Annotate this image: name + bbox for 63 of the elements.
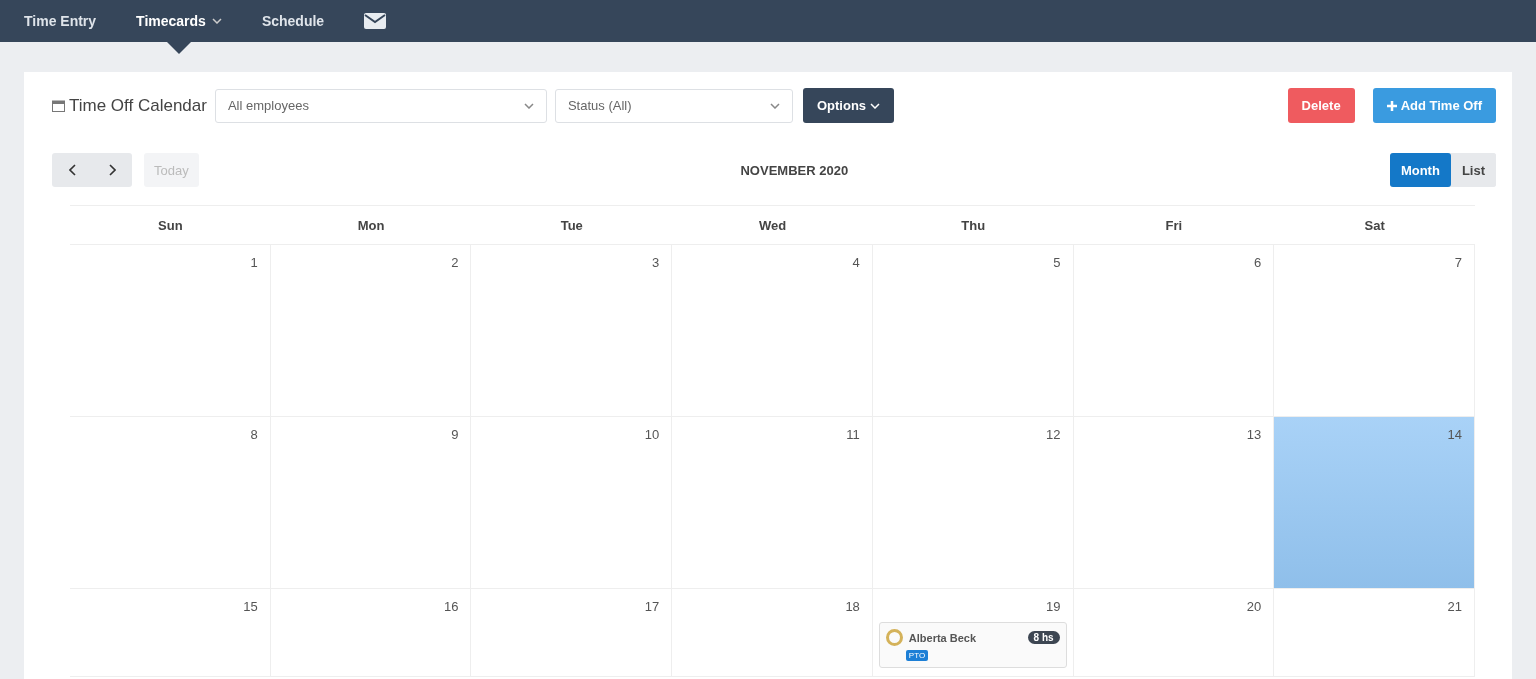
nav-tab[interactable]: Timecards (136, 13, 222, 29)
day-cell[interactable]: 15 (70, 589, 271, 677)
day-number: 2 (451, 254, 460, 270)
day-cell[interactable]: 10 (471, 417, 673, 589)
day-cell[interactable]: 16 (270, 589, 472, 677)
day-cell[interactable]: 12 (872, 417, 1074, 589)
day-cell[interactable]: 14 (1274, 417, 1475, 589)
chevron-down-icon (870, 102, 881, 109)
nav-tab[interactable]: Time Entry (24, 13, 97, 29)
day-cell[interactable]: 5 (872, 245, 1074, 417)
day-number: 3 (651, 254, 661, 270)
chevron-down-icon (523, 102, 534, 109)
day-number: 19 (1046, 598, 1062, 614)
day-number: 17 (644, 598, 661, 614)
day-number: 21 (1447, 598, 1463, 614)
chevron-left-icon (68, 164, 76, 176)
day-cell[interactable]: 11 (672, 417, 873, 589)
day-number: 12 (1046, 426, 1062, 442)
day-number: 4 (852, 254, 861, 270)
time-off-event[interactable]: Alberta Beck 8 hs PTO (878, 622, 1067, 668)
day-number: 11 (846, 426, 861, 442)
day-number: 13 (1246, 426, 1263, 442)
status-select[interactable]: Status (All) (554, 88, 793, 123)
day-cell[interactable]: 17 (471, 589, 673, 677)
day-cell[interactable]: 19 Alberta Beck 8 hs PTO (872, 589, 1074, 677)
options-button[interactable]: Options (802, 88, 895, 123)
day-cell[interactable]: 4 (672, 245, 873, 417)
day-number: 1 (250, 254, 259, 270)
pto-tag: PTO (905, 650, 929, 661)
day-cell[interactable]: 2 (270, 245, 472, 417)
month-title: NOVEMBER 2020 (739, 162, 850, 178)
day-number: 7 (1454, 254, 1463, 270)
calendar-icon (52, 99, 65, 112)
day-number: 9 (451, 426, 460, 442)
day-number: 16 (443, 598, 460, 614)
day-number: 10 (644, 426, 661, 442)
day-cell[interactable]: 21 (1274, 589, 1475, 677)
day-cell[interactable]: 9 (270, 417, 472, 589)
day-cell[interactable]: 1 (70, 245, 271, 417)
day-cell[interactable]: 13 (1073, 417, 1275, 589)
day-number: 8 (250, 426, 259, 442)
day-cell[interactable]: 6 (1073, 245, 1275, 417)
plus-icon (1386, 100, 1397, 111)
day-number: 20 (1246, 598, 1263, 614)
view-toggle[interactable]: Month (1389, 153, 1451, 187)
hours-badge: 8 hs (1027, 631, 1060, 644)
day-cell[interactable]: 7 (1274, 245, 1475, 417)
day-number: 18 (845, 598, 861, 614)
employee-name: Alberta Beck (908, 631, 978, 644)
chevron-right-icon (108, 164, 116, 176)
day-number: 6 (1254, 254, 1263, 270)
day-cell[interactable]: 8 (70, 417, 271, 589)
day-number: 5 (1053, 254, 1062, 270)
page-title: Time Off Calendar (69, 95, 207, 116)
day-cell[interactable]: 18 (672, 589, 873, 677)
day-number: 15 (243, 598, 259, 614)
chevron-down-icon (769, 102, 780, 109)
day-cell[interactable]: 20 (1073, 589, 1275, 677)
day-number: 14 (1447, 426, 1463, 442)
nav-tab[interactable]: Schedule (261, 13, 325, 29)
envelope-icon[interactable] (364, 13, 387, 29)
employee-select[interactable]: All employees (214, 88, 547, 123)
day-cell[interactable]: 3 (471, 245, 673, 417)
